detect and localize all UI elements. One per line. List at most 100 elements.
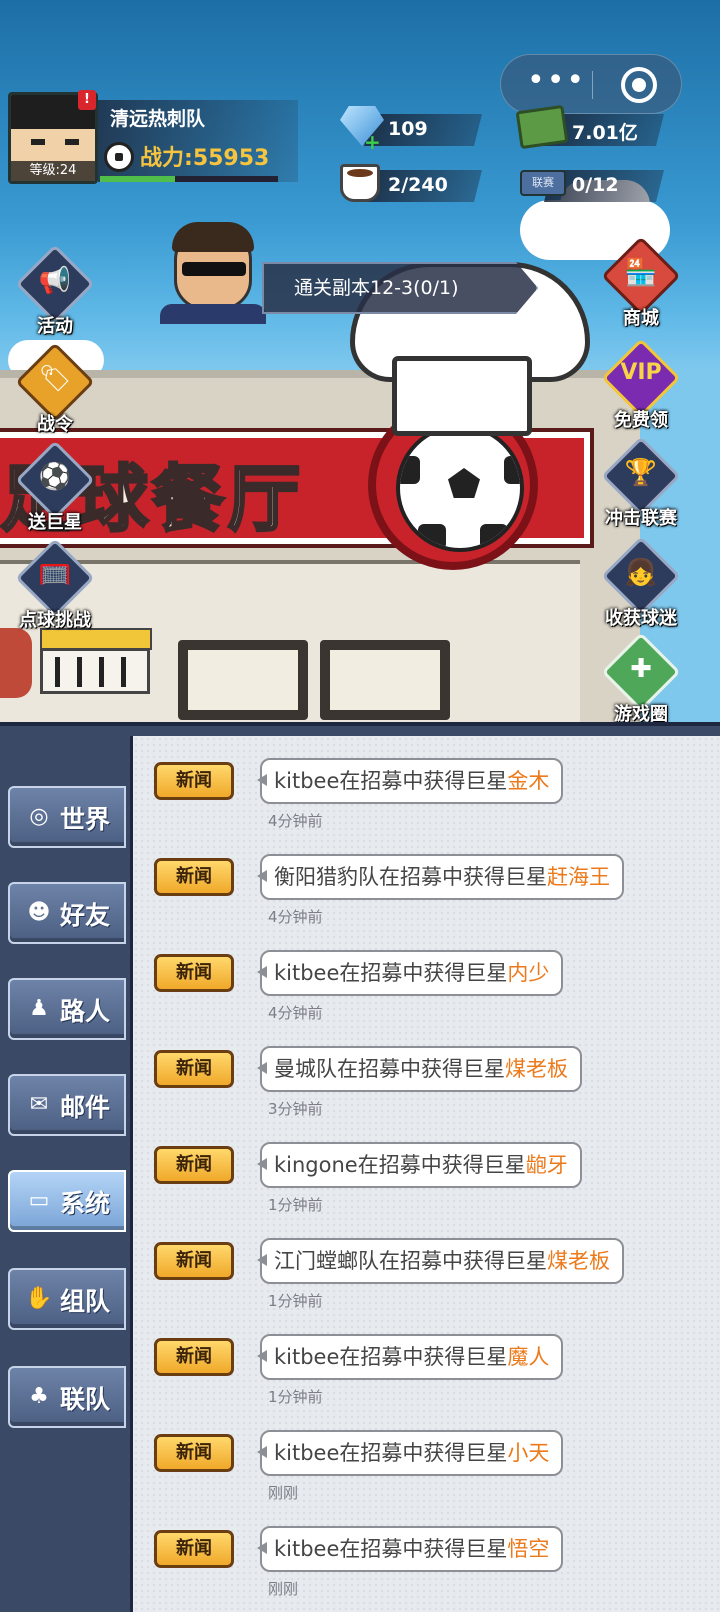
message-text: kitbee在招募中获得巨星	[274, 961, 508, 985]
activity-button[interactable]: 📢 活动	[10, 244, 100, 342]
fans-icon: 👧	[624, 558, 658, 588]
news-tag: 新闻	[154, 1242, 234, 1280]
tab-strangers[interactable]: ♟ 路人	[8, 978, 126, 1040]
message-bubble[interactable]: 曼城队在招募中获得巨星煤老板	[257, 1046, 582, 1092]
power-label: 战力:	[140, 146, 193, 171]
tab-world[interactable]: ◎ 世界	[8, 786, 126, 848]
star-name: 内少	[507, 961, 550, 985]
sunglasses-icon	[182, 262, 246, 276]
soccer-ball-icon	[396, 424, 524, 552]
gems-value: 109	[388, 118, 428, 140]
message-text: kingone在招募中获得巨星	[274, 1153, 526, 1177]
league-ticket-icon[interactable]: 联赛	[520, 170, 566, 196]
news-tag: 新闻	[154, 858, 234, 896]
star-player-icon: ⚽	[38, 462, 72, 492]
game-circle-button[interactable]: ✚ 游戏圈	[596, 632, 686, 730]
chef-hat-band	[392, 356, 532, 436]
activity-label: 活动	[37, 316, 73, 337]
news-tag: 新闻	[154, 1338, 234, 1376]
megaphone-icon: 📢	[38, 266, 72, 296]
tab-alliance[interactable]: ♣ 联队	[8, 1366, 126, 1428]
star-name: 魔人	[507, 1345, 550, 1369]
tab-mail[interactable]: ✉ 邮件	[8, 1074, 126, 1136]
penalty-icon: 🥅	[38, 560, 72, 590]
message-bubble[interactable]: kitbee在招募中获得巨星悟空	[256, 1526, 564, 1572]
message-text: kitbee在招募中获得巨星	[274, 1537, 508, 1561]
avatar-eye	[31, 139, 45, 145]
group-icon: ♣	[29, 1384, 49, 1409]
list-item: 新闻 kitbee在招募中获得巨星金木 4分钟前	[150, 752, 720, 844]
gift-star-button[interactable]: ⚽ 送巨星	[10, 440, 100, 538]
message-time: 1分钟前	[268, 1292, 323, 1310]
list-item: 新闻 kitbee在招募中获得巨星内少 4分钟前	[150, 944, 720, 1036]
message-bubble[interactable]: 江门螳螂队在招募中获得巨星煤老板	[257, 1238, 624, 1284]
stranger-icon: ♟	[29, 996, 49, 1021]
news-tag: 新闻	[154, 762, 234, 800]
message-bubble[interactable]: kingone在招募中获得巨星龅牙	[257, 1142, 582, 1188]
shop-button[interactable]: 🏪 商城	[596, 236, 686, 334]
message-bubble[interactable]: kitbee在招募中获得巨星魔人	[256, 1334, 564, 1380]
power-text: 战力:55953	[140, 140, 269, 172]
tab-system-label: 系统	[60, 1189, 111, 1218]
harvest-fans-label: 收获球迷	[605, 608, 677, 629]
penalty-challenge-label: 点球挑战	[19, 610, 91, 631]
tab-strangers-label: 路人	[60, 997, 111, 1026]
vip-icon: VIP	[620, 360, 662, 385]
close-target-icon[interactable]	[621, 67, 657, 103]
gift-star-label: 送巨星	[28, 512, 82, 533]
message-text: 曼城队在招募中获得巨星	[274, 1057, 505, 1081]
add-gems-icon[interactable]: +	[364, 130, 381, 154]
miniprogram-capsule: •••	[500, 54, 682, 114]
message-bubble[interactable]: 衡阳猎豹队在招募中获得巨星赶海王	[257, 854, 624, 900]
tab-system[interactable]: ▭ 系统	[8, 1170, 126, 1232]
xp-bar-fill	[100, 176, 175, 182]
monitor-icon: ▭	[28, 1188, 50, 1213]
shop-label: 商城	[623, 308, 659, 329]
league-push-label: 冲击联赛	[605, 508, 677, 529]
star-name: 悟空	[507, 1537, 550, 1561]
message-text: 衡阳猎豹队在招募中获得巨星	[274, 865, 547, 889]
more-icon[interactable]: •••	[527, 66, 584, 103]
news-tag: 新闻	[154, 1530, 234, 1568]
list-item: 新闻 kitbee在招募中获得巨星小天 刚刚	[150, 1424, 720, 1516]
xp-bar	[100, 176, 278, 182]
list-item: 新闻 曼城队在招募中获得巨星煤老板 3分钟前	[150, 1040, 720, 1132]
list-item: 新闻 衡阳猎豹队在招募中获得巨星赶海王 4分钟前	[150, 848, 720, 940]
food-pot	[0, 628, 32, 698]
menu-board	[178, 640, 308, 720]
list-item: 新闻 kitbee在招募中获得巨星悟空 刚刚	[150, 1520, 720, 1612]
news-tag: 新闻	[154, 1146, 234, 1184]
game-scene: 足球餐厅 ••• 等级:24 ! 清远热刺队 战力:55953 + 109 7.…	[0, 0, 720, 740]
news-tag: 新闻	[154, 1434, 234, 1472]
cash-icon[interactable]	[515, 104, 569, 150]
battle-pass-icon: 🏷	[38, 364, 72, 394]
penalty-challenge-button[interactable]: 🥅 点球挑战	[10, 538, 100, 636]
league-push-button[interactable]: 🏆 冲击联赛	[596, 436, 686, 534]
cash-value: 7.01亿	[572, 122, 638, 144]
coach-portrait	[160, 218, 266, 324]
message-time: 4分钟前	[268, 908, 323, 926]
message-time: 3分钟前	[268, 1100, 323, 1118]
shop-icon: 🏪	[624, 258, 658, 288]
game-circle-icon: ✚	[630, 654, 652, 684]
handshake-icon: ✋	[25, 1286, 53, 1311]
level-label: 等级:24	[11, 161, 95, 181]
battle-pass-label: 战令	[37, 414, 73, 435]
message-time: 1分钟前	[268, 1196, 323, 1214]
star-name: 赶海王	[547, 865, 610, 889]
league-icon: 🏆	[624, 458, 658, 488]
message-bubble[interactable]: kitbee在招募中获得巨星金木	[256, 758, 564, 804]
harvest-fans-button[interactable]: 👧 收获球迷	[596, 536, 686, 634]
battle-pass-button[interactable]: 🏷 战令	[10, 342, 100, 440]
message-bubble[interactable]: kitbee在招募中获得巨星小天	[256, 1430, 564, 1476]
tab-team[interactable]: ✋ 组队	[8, 1268, 126, 1330]
coffee-value: 2/240	[388, 174, 448, 196]
coffee-cup-icon[interactable]	[340, 164, 380, 202]
tab-friends[interactable]: ☻ 好友	[8, 882, 126, 944]
quest-banner[interactable]: 通关副本12-3(0/1)	[262, 262, 538, 314]
message-bubble[interactable]: kitbee在招募中获得巨星内少	[256, 950, 564, 996]
star-name: 小天	[507, 1441, 550, 1465]
power-value: 55953	[192, 146, 270, 171]
vip-free-button[interactable]: VIP 免费领	[596, 338, 686, 436]
tab-alliance-label: 联队	[60, 1385, 111, 1414]
